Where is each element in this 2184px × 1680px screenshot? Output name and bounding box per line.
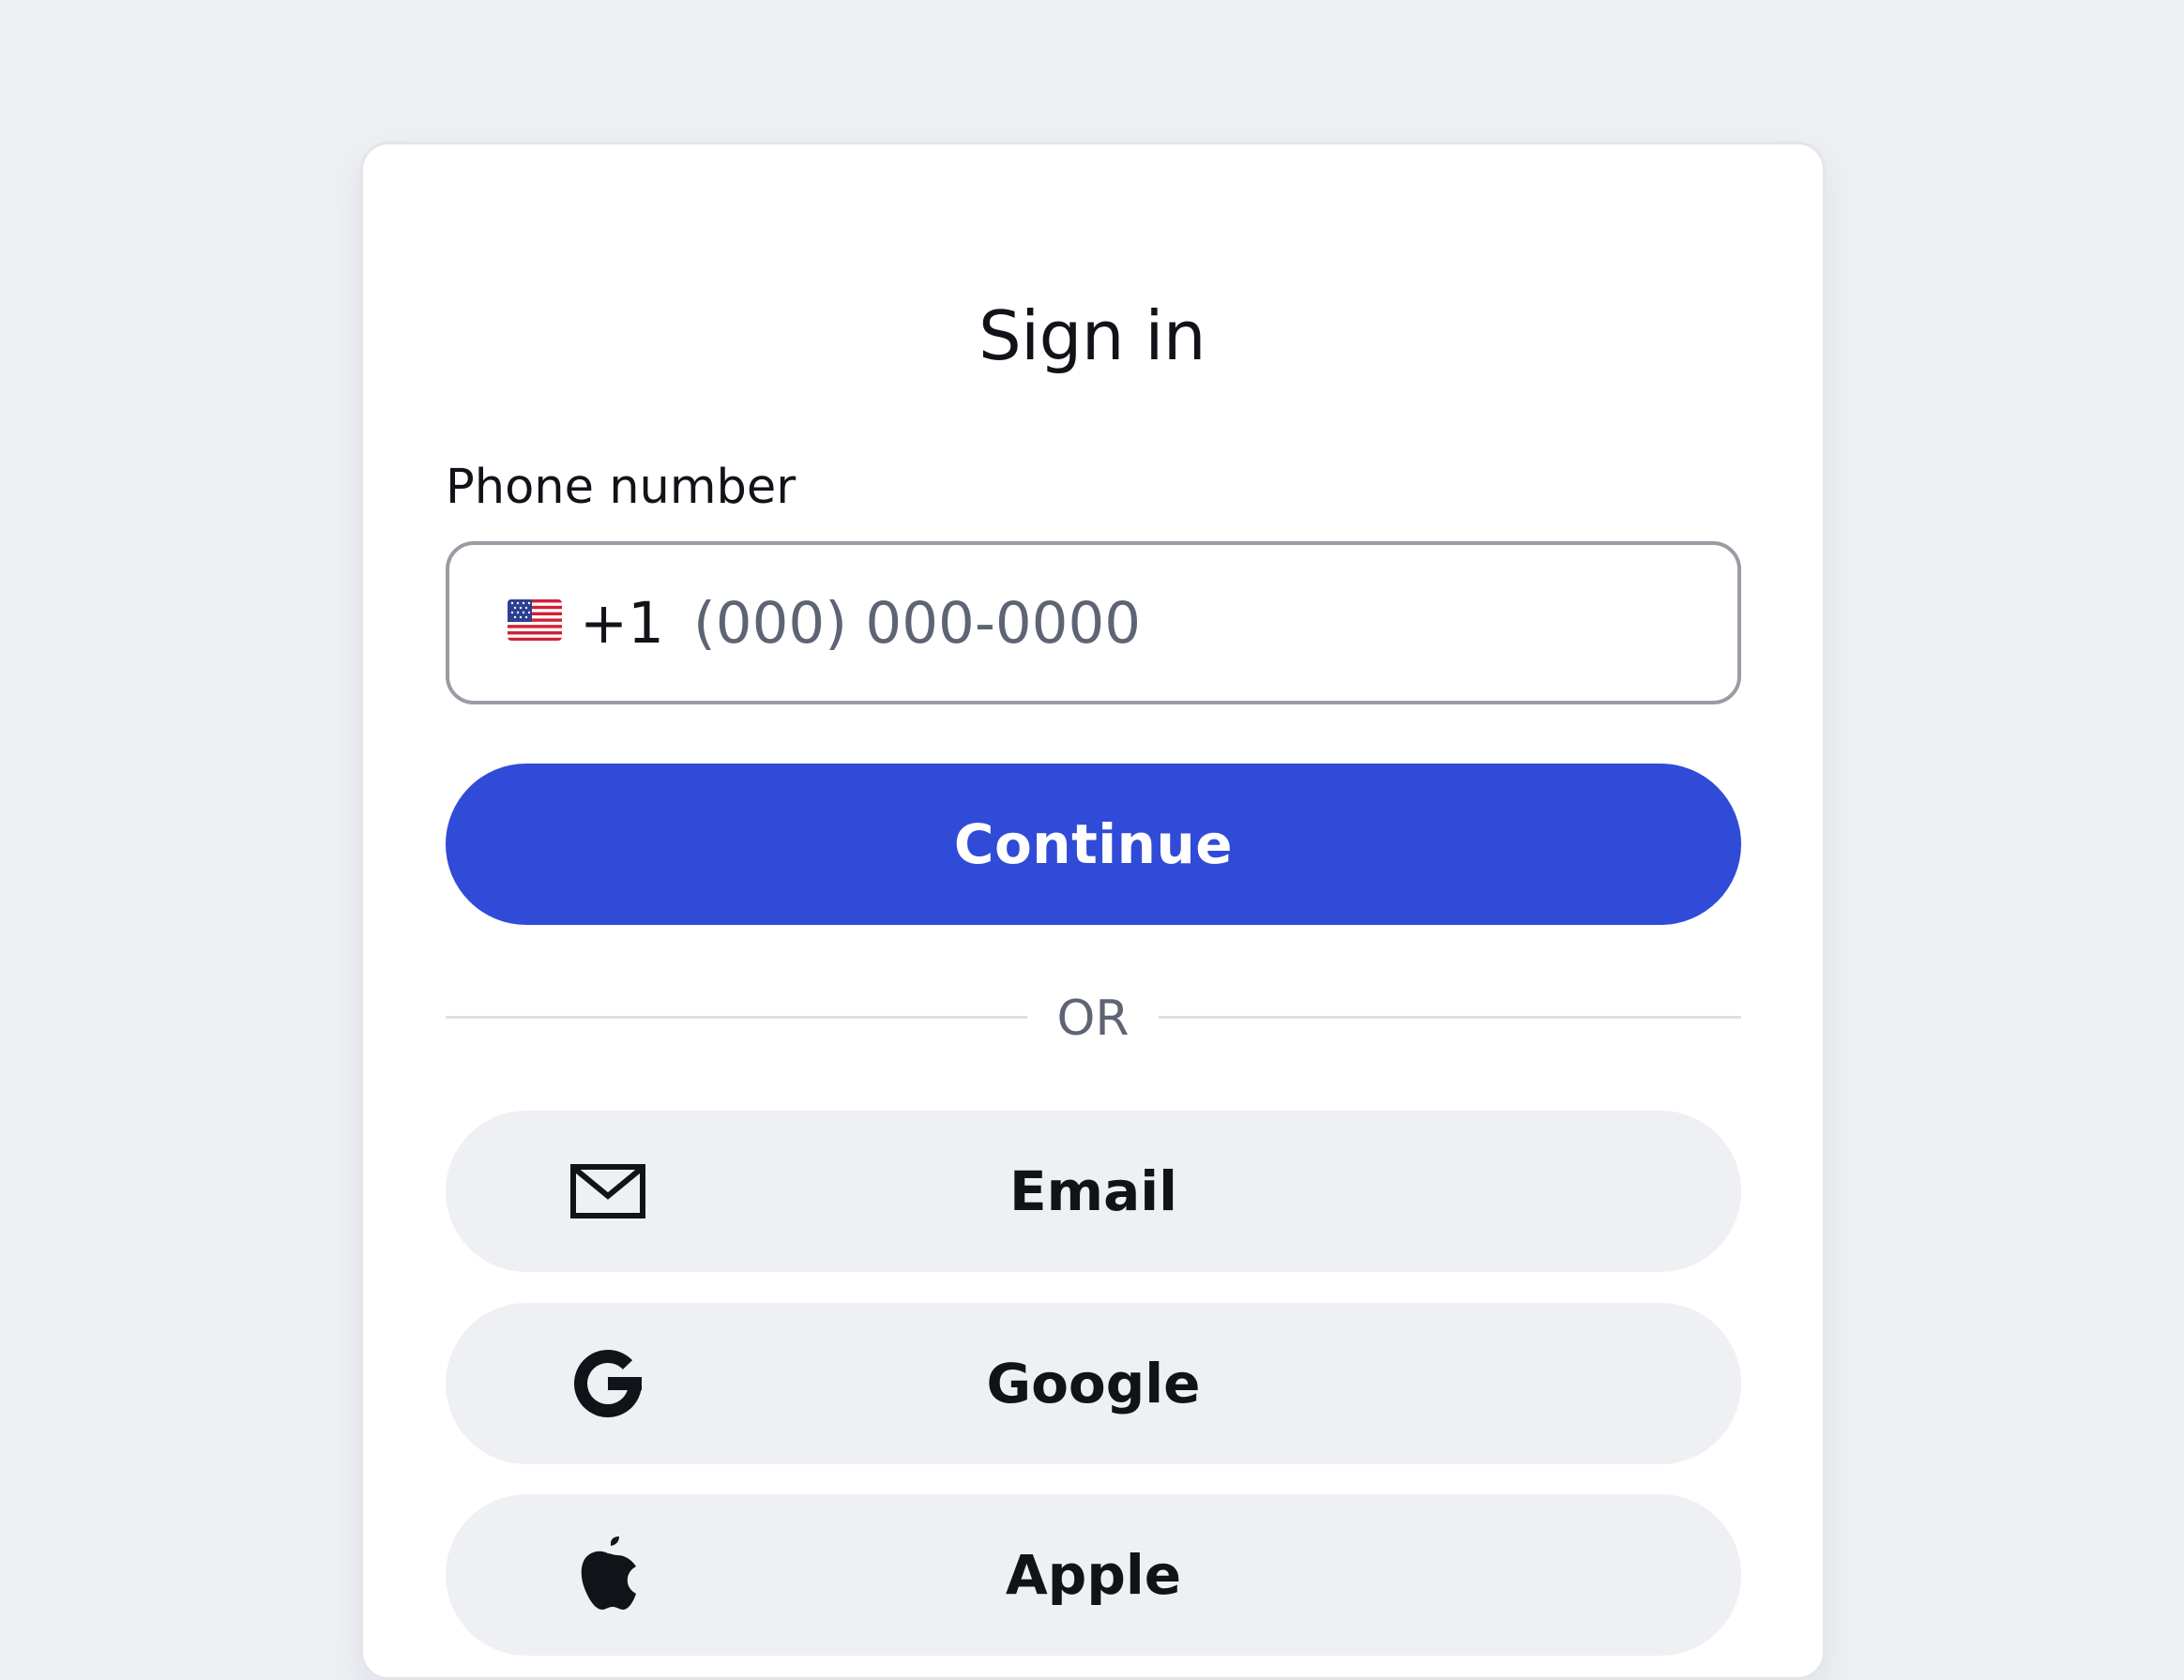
phone-number-label: Phone number [446, 460, 796, 515]
google-sign-in-button[interactable]: Google [446, 1303, 1741, 1464]
continue-button[interactable]: Continue [446, 764, 1741, 925]
or-divider-text: OR [1056, 991, 1130, 1047]
divider-left-line [446, 1016, 1027, 1019]
divider-right-line [1159, 1016, 1741, 1019]
email-sign-in-button[interactable]: Email [446, 1111, 1741, 1272]
us-flag-icon[interactable] [508, 599, 562, 641]
phone-number-field[interactable]: +1 [446, 541, 1741, 704]
country-code[interactable]: +1 [580, 590, 664, 658]
phone-number-input[interactable] [693, 583, 1706, 663]
apple-sign-in-button[interactable]: Apple [446, 1494, 1741, 1656]
page-title: Sign in [978, 296, 1206, 375]
google-button-label: Google [986, 1352, 1201, 1415]
email-button-label: Email [1009, 1159, 1177, 1223]
apple-button-label: Apple [1005, 1543, 1182, 1607]
